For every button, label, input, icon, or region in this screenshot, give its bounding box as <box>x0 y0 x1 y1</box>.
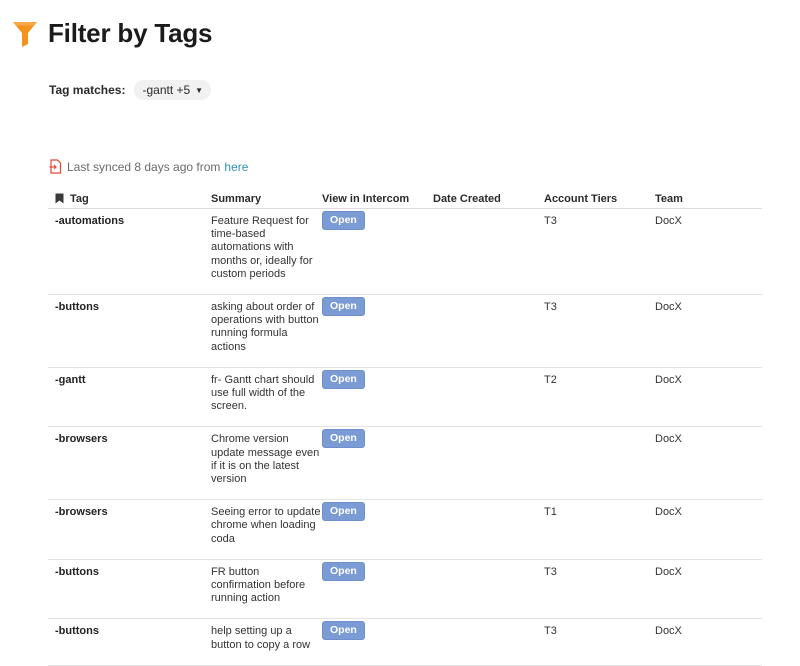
tag-filter-dropdown[interactable]: -gantt +5 ▼ <box>134 80 212 100</box>
table-row: -browsers Seeing error to update chrome … <box>48 500 762 560</box>
page-header: Filter by Tags <box>12 18 213 49</box>
view-cell: Open <box>322 427 433 499</box>
date-created-cell[interactable] <box>433 619 544 664</box>
caret-down-icon: ▼ <box>195 85 204 95</box>
tag-cell[interactable]: -buttons <box>48 295 211 367</box>
tag-filter-label: Tag matches: <box>49 83 126 97</box>
team-cell[interactable]: DocX <box>655 427 762 499</box>
view-cell: Open <box>322 295 433 367</box>
table-row: -buttons asking about order of operation… <box>48 295 762 368</box>
column-header-date-created[interactable]: Date Created <box>433 193 544 205</box>
account-tier-cell[interactable]: T3 <box>544 295 655 367</box>
view-cell: Open <box>322 619 433 664</box>
team-cell[interactable]: DocX <box>655 209 762 294</box>
account-tier-cell[interactable]: T2 <box>544 368 655 427</box>
open-in-intercom-button[interactable]: Open <box>322 429 365 449</box>
summary-cell[interactable]: Chrome version update message even if it… <box>211 427 322 499</box>
view-cell: Open <box>322 368 433 427</box>
tag-cell[interactable]: -buttons <box>48 560 211 619</box>
column-header-view-in-intercom[interactable]: View in Intercom <box>322 193 433 205</box>
sync-document-icon <box>49 159 62 174</box>
open-in-intercom-button[interactable]: Open <box>322 621 365 641</box>
open-in-intercom-button[interactable]: Open <box>322 369 365 389</box>
tag-cell[interactable]: -buttons <box>48 619 211 664</box>
tag-filter: Tag matches: -gantt +5 ▼ <box>49 80 212 100</box>
table-row: -buttons FR button confirmation before r… <box>48 560 762 620</box>
open-in-intercom-button[interactable]: Open <box>322 561 365 581</box>
column-header-summary[interactable]: Summary <box>211 193 322 205</box>
summary-cell[interactable]: fr- Gantt chart should use full width of… <box>211 368 322 427</box>
account-tier-cell[interactable]: T3 <box>544 209 655 294</box>
open-in-intercom-button[interactable]: Open <box>322 211 365 230</box>
tags-table: Tag Summary View in Intercom Date Create… <box>48 189 762 666</box>
date-created-cell[interactable] <box>433 427 544 499</box>
open-in-intercom-button[interactable]: Open <box>322 502 365 522</box>
tag-filter-value: -gantt +5 <box>142 83 191 97</box>
summary-cell[interactable]: FR button confirmation before running ac… <box>211 560 322 619</box>
team-cell[interactable]: DocX <box>655 619 762 664</box>
filter-funnel-icon <box>13 21 37 47</box>
summary-cell[interactable]: help setting up a button to copy a row <box>211 619 322 664</box>
summary-cell[interactable]: Seeing error to update chrome when loadi… <box>211 500 322 559</box>
date-created-cell[interactable] <box>433 368 544 427</box>
team-cell[interactable]: DocX <box>655 560 762 619</box>
column-header-team[interactable]: Team <box>655 193 762 205</box>
view-cell: Open <box>322 500 433 559</box>
date-created-cell[interactable] <box>433 295 544 367</box>
date-created-cell[interactable] <box>433 209 544 294</box>
view-cell: Open <box>322 209 433 294</box>
team-cell[interactable]: DocX <box>655 368 762 427</box>
summary-cell[interactable]: asking about order of operations with bu… <box>211 295 322 367</box>
bookmark-icon <box>55 193 64 204</box>
account-tier-cell[interactable]: T3 <box>544 560 655 619</box>
tag-cell[interactable]: -browsers <box>48 500 211 559</box>
tag-cell[interactable]: -browsers <box>48 427 211 499</box>
account-tier-cell[interactable] <box>544 427 655 499</box>
summary-cell[interactable]: Feature Request for time-based automatio… <box>211 209 322 294</box>
view-cell: Open <box>322 560 433 619</box>
column-header-tag[interactable]: Tag <box>48 193 211 205</box>
table-row: -browsers Chrome version update message … <box>48 427 762 501</box>
page-title: Filter by Tags <box>48 18 213 48</box>
date-created-cell[interactable] <box>433 560 544 619</box>
sync-text: Last synced 8 days ago from <box>67 159 221 174</box>
account-tier-cell[interactable]: T3 <box>544 619 655 664</box>
team-cell[interactable]: DocX <box>655 500 762 559</box>
table-header: Tag Summary View in Intercom Date Create… <box>48 189 762 209</box>
column-header-account-tiers[interactable]: Account Tiers <box>544 193 655 205</box>
tag-cell[interactable]: -gantt <box>48 368 211 427</box>
open-in-intercom-button[interactable]: Open <box>322 297 365 317</box>
sync-source-link[interactable]: here <box>224 160 248 174</box>
sync-status: Last synced 8 days ago from here <box>49 159 248 174</box>
date-created-cell[interactable] <box>433 500 544 559</box>
tag-cell[interactable]: -automations <box>48 209 211 294</box>
table-row: -automations Feature Request for time-ba… <box>48 209 762 296</box>
team-cell[interactable]: DocX <box>655 295 762 367</box>
table-row: -gantt fr- Gantt chart should use full w… <box>48 368 762 428</box>
account-tier-cell[interactable]: T1 <box>544 500 655 559</box>
